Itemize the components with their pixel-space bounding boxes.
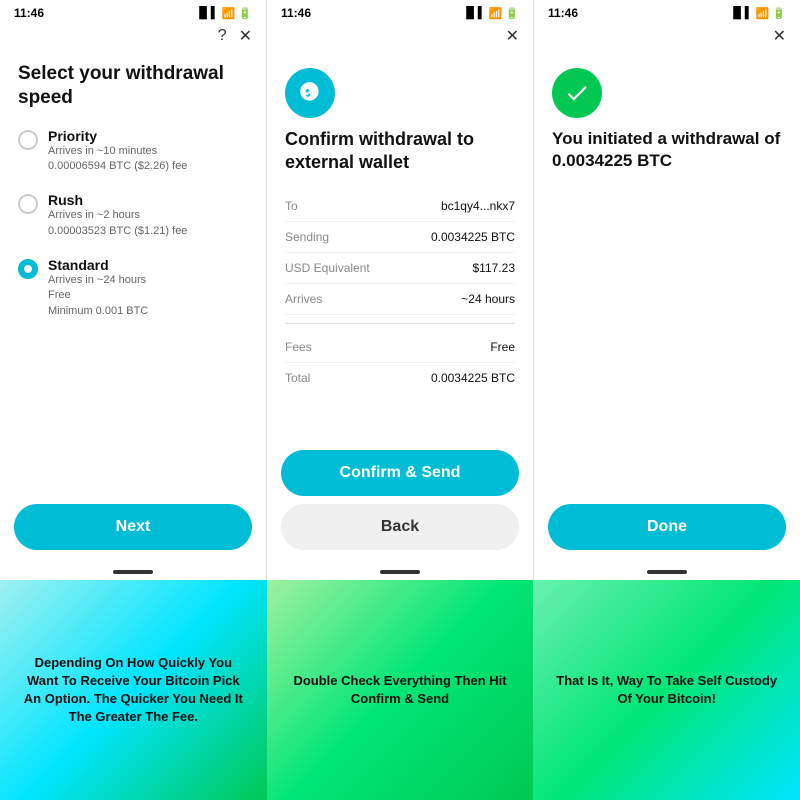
detail-label-arrives: Arrives (285, 292, 322, 306)
screen-success: 11:46 ▐▌▌ 📶 🔋 ✕ You initiated a withdraw… (534, 0, 800, 580)
success-title: You initiated a withdrawal of 0.0034225 … (552, 128, 782, 172)
close-icon-1[interactable]: ✕ (239, 26, 252, 46)
checkmark-icon (564, 80, 590, 106)
detail-label-total: Total (285, 371, 310, 385)
close-icon-2[interactable]: ✕ (506, 26, 519, 46)
captions-row: Depending On How Quickly You Want To Rec… (0, 580, 800, 800)
detail-usd: USD Equivalent $117.23 (285, 253, 515, 284)
option-name-rush: Rush (48, 192, 187, 208)
caption-cell-1: Depending On How Quickly You Want To Rec… (0, 580, 267, 800)
detail-value-usd: $117.23 (473, 261, 516, 275)
radio-standard[interactable] (18, 259, 38, 279)
status-time-2: 11:46 (281, 6, 311, 20)
caption-cell-2: Double Check Everything Then Hit Confirm… (267, 580, 534, 800)
status-icons-2: ▐▌▌ 📶 🔋 (462, 7, 519, 20)
screen-content-2: Confirm withdrawal to external wallet To… (267, 52, 533, 440)
battery-icon-2: 🔋 (505, 7, 519, 20)
signal-icon-2: ▐▌▌ (462, 7, 485, 19)
status-icons-1: ▐▌▌ 📶 🔋 (195, 7, 252, 20)
home-indicator-2 (267, 564, 533, 580)
home-indicator-3 (534, 564, 800, 580)
screen-content-3: You initiated a withdrawal of 0.0034225 … (534, 52, 800, 494)
confirm-send-button[interactable]: Confirm & Send (281, 450, 519, 496)
status-bar-3: 11:46 ▐▌▌ 📶 🔋 (534, 0, 800, 24)
detail-label-fees: Fees (285, 340, 312, 354)
bitcoin-icon (297, 80, 323, 106)
screens-row: 11:46 ▐▌▌ 📶 🔋 ? ✕ Select your withdrawal… (0, 0, 800, 580)
option-text-priority: Priority Arrives in ~10 minutes0.0000659… (48, 128, 187, 175)
detail-total: Total 0.0034225 BTC (285, 363, 515, 393)
wifi-icon-1: 📶 (222, 7, 236, 20)
status-time-1: 11:46 (14, 6, 44, 20)
radio-rush[interactable] (18, 194, 38, 214)
done-button[interactable]: Done (548, 504, 786, 550)
option-standard[interactable]: Standard Arrives in ~24 hoursFreeMinimum… (18, 257, 248, 319)
wifi-icon-2: 📶 (489, 7, 503, 20)
option-name-priority: Priority (48, 128, 187, 144)
home-indicator-1 (0, 564, 266, 580)
btn-area-1: Next (0, 494, 266, 564)
fee-divider (285, 323, 515, 324)
option-desc-priority: Arrives in ~10 minutes0.00006594 BTC ($2… (48, 144, 187, 175)
option-desc-rush: Arrives in ~2 hours0.00003523 BTC ($1.21… (48, 208, 187, 239)
option-rush[interactable]: Rush Arrives in ~2 hours0.00003523 BTC (… (18, 192, 248, 239)
detail-value-arrives: ~24 hours (461, 292, 515, 306)
success-icon-circle (552, 68, 602, 118)
status-bar-2: 11:46 ▐▌▌ 📶 🔋 (267, 0, 533, 24)
home-bar-1 (113, 570, 153, 574)
detail-fees: Fees Free (285, 332, 515, 363)
option-text-standard: Standard Arrives in ~24 hoursFreeMinimum… (48, 257, 148, 319)
home-bar-3 (647, 570, 687, 574)
caption-cell-3: That Is It, Way To Take Self Custody Of … (533, 580, 800, 800)
top-nav-3: ✕ (534, 24, 800, 52)
option-desc-standard: Arrives in ~24 hoursFreeMinimum 0.001 BT… (48, 273, 148, 319)
detail-value-sending: 0.0034225 BTC (431, 230, 515, 244)
battery-icon-3: 🔋 (772, 7, 786, 20)
detail-label-usd: USD Equivalent (285, 261, 370, 275)
screen-content-1: Select your withdrawal speed Priority Ar… (0, 52, 266, 494)
screen-confirm: 11:46 ▐▌▌ 📶 🔋 ✕ Confirm withdrawal to ex… (267, 0, 534, 580)
bitcoin-icon-circle (285, 68, 335, 118)
detail-value-fees: Free (490, 340, 515, 354)
btn-area-3: Done (534, 494, 800, 564)
signal-icon-1: ▐▌▌ (195, 7, 218, 19)
detail-value-total: 0.0034225 BTC (431, 371, 515, 385)
status-bar-1: 11:46 ▐▌▌ 📶 🔋 (0, 0, 266, 24)
home-bar-2 (380, 570, 420, 574)
option-priority[interactable]: Priority Arrives in ~10 minutes0.0000659… (18, 128, 248, 175)
page-title-1: Select your withdrawal speed (18, 62, 248, 110)
radio-priority[interactable] (18, 130, 38, 150)
screen-speed-select: 11:46 ▐▌▌ 📶 🔋 ? ✕ Select your withdrawal… (0, 0, 267, 580)
question-icon[interactable]: ? (218, 27, 227, 45)
detail-value-to: bc1qy4...nkx7 (441, 199, 515, 213)
status-time-3: 11:46 (548, 6, 578, 20)
detail-to: To bc1qy4...nkx7 (285, 191, 515, 222)
close-icon-3[interactable]: ✕ (773, 26, 786, 46)
option-name-standard: Standard (48, 257, 148, 273)
next-button[interactable]: Next (14, 504, 252, 550)
detail-sending: Sending 0.0034225 BTC (285, 222, 515, 253)
top-nav-2: ✕ (267, 24, 533, 52)
caption-text-2: Double Check Everything Then Hit Confirm… (285, 672, 516, 708)
detail-label-to: To (285, 199, 298, 213)
battery-icon-1: 🔋 (238, 7, 252, 20)
back-button[interactable]: Back (281, 504, 519, 550)
signal-icon-3: ▐▌▌ (729, 7, 752, 19)
option-text-rush: Rush Arrives in ~2 hours0.00003523 BTC (… (48, 192, 187, 239)
caption-text-1: Depending On How Quickly You Want To Rec… (18, 654, 249, 727)
wifi-icon-3: 📶 (756, 7, 770, 20)
btn-area-2: Confirm & Send Back (267, 440, 533, 564)
status-icons-3: ▐▌▌ 📶 🔋 (729, 7, 786, 20)
detail-label-sending: Sending (285, 230, 329, 244)
top-nav-1: ? ✕ (0, 24, 266, 52)
confirm-title: Confirm withdrawal to external wallet (285, 128, 515, 173)
caption-text-3: That Is It, Way To Take Self Custody Of … (551, 672, 782, 708)
detail-arrives: Arrives ~24 hours (285, 284, 515, 315)
